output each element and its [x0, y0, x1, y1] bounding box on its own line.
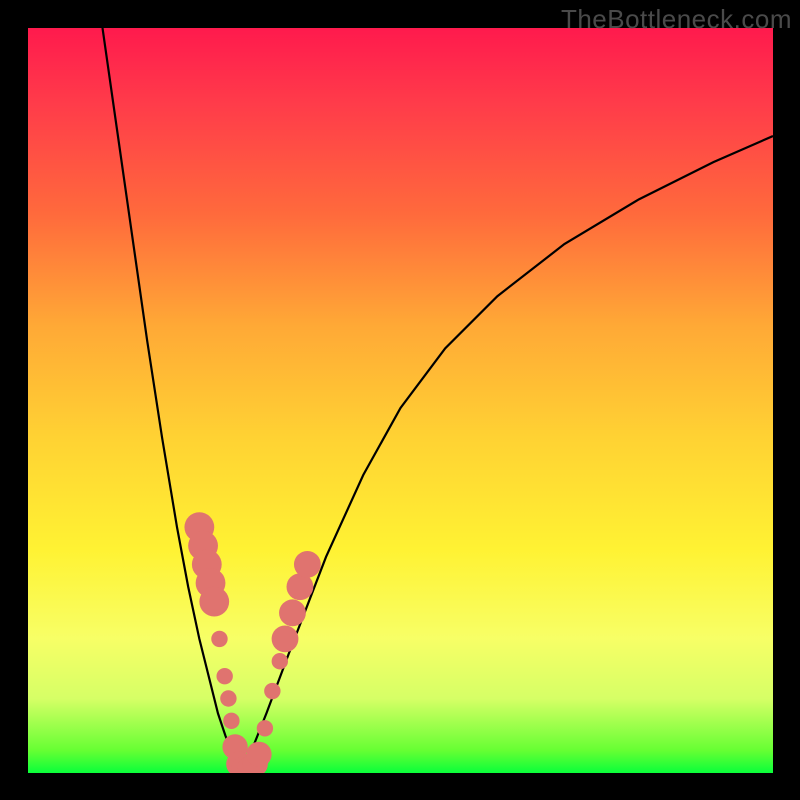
data-marker	[272, 653, 288, 669]
data-marker	[211, 631, 227, 647]
data-marker	[237, 756, 262, 773]
data-marker	[264, 683, 280, 699]
data-marker	[294, 551, 321, 578]
data-marker	[196, 568, 226, 598]
data-marker	[199, 587, 229, 617]
curve-left-branch	[103, 28, 239, 769]
chart-frame: TheBottleneck.com	[0, 0, 800, 800]
curve-layer	[28, 28, 773, 773]
data-marker	[188, 531, 218, 561]
data-marker	[243, 751, 268, 773]
data-marker	[222, 734, 247, 759]
data-marker	[279, 599, 306, 626]
watermark-text: TheBottleneck.com	[561, 4, 792, 35]
data-marker	[272, 625, 299, 652]
data-marker	[226, 751, 251, 773]
data-marker	[231, 756, 256, 773]
data-marker	[216, 668, 232, 684]
data-marker	[223, 713, 239, 729]
data-marker	[184, 512, 214, 542]
data-marker	[287, 573, 314, 600]
data-marker	[192, 550, 222, 580]
plot-area	[28, 28, 773, 773]
data-marker	[257, 720, 273, 736]
curve-right-branch	[239, 136, 773, 769]
data-marker	[246, 742, 271, 767]
data-marker	[220, 690, 236, 706]
